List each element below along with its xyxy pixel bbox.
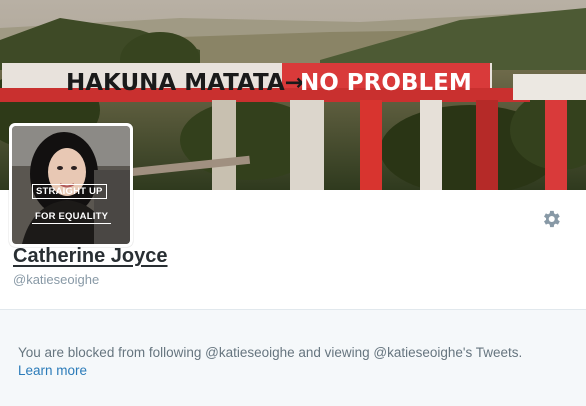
avatar-caption-straight-up: STRAIGHT UP bbox=[32, 184, 107, 199]
profile-handle: @katieseoighe bbox=[13, 272, 100, 287]
profile-name-link[interactable]: Catherine Joyce bbox=[13, 245, 168, 268]
avatar-caption-for-equality: FOR EQUALITY bbox=[32, 210, 112, 224]
sign-text-right: NO PROBLEM bbox=[300, 70, 472, 96]
gear-icon bbox=[544, 210, 560, 228]
blocked-notice: You are blocked from following @katieseo… bbox=[0, 309, 586, 406]
blocked-message: You are blocked from following @katieseo… bbox=[18, 345, 523, 360]
avatar[interactable]: STRAIGHT UP FOR EQUALITY bbox=[9, 123, 133, 247]
settings-gear-button[interactable] bbox=[540, 208, 562, 230]
learn-more-link[interactable]: Learn more bbox=[18, 363, 87, 378]
sign-text-left: HAKUNA MATATA→ bbox=[66, 70, 304, 96]
